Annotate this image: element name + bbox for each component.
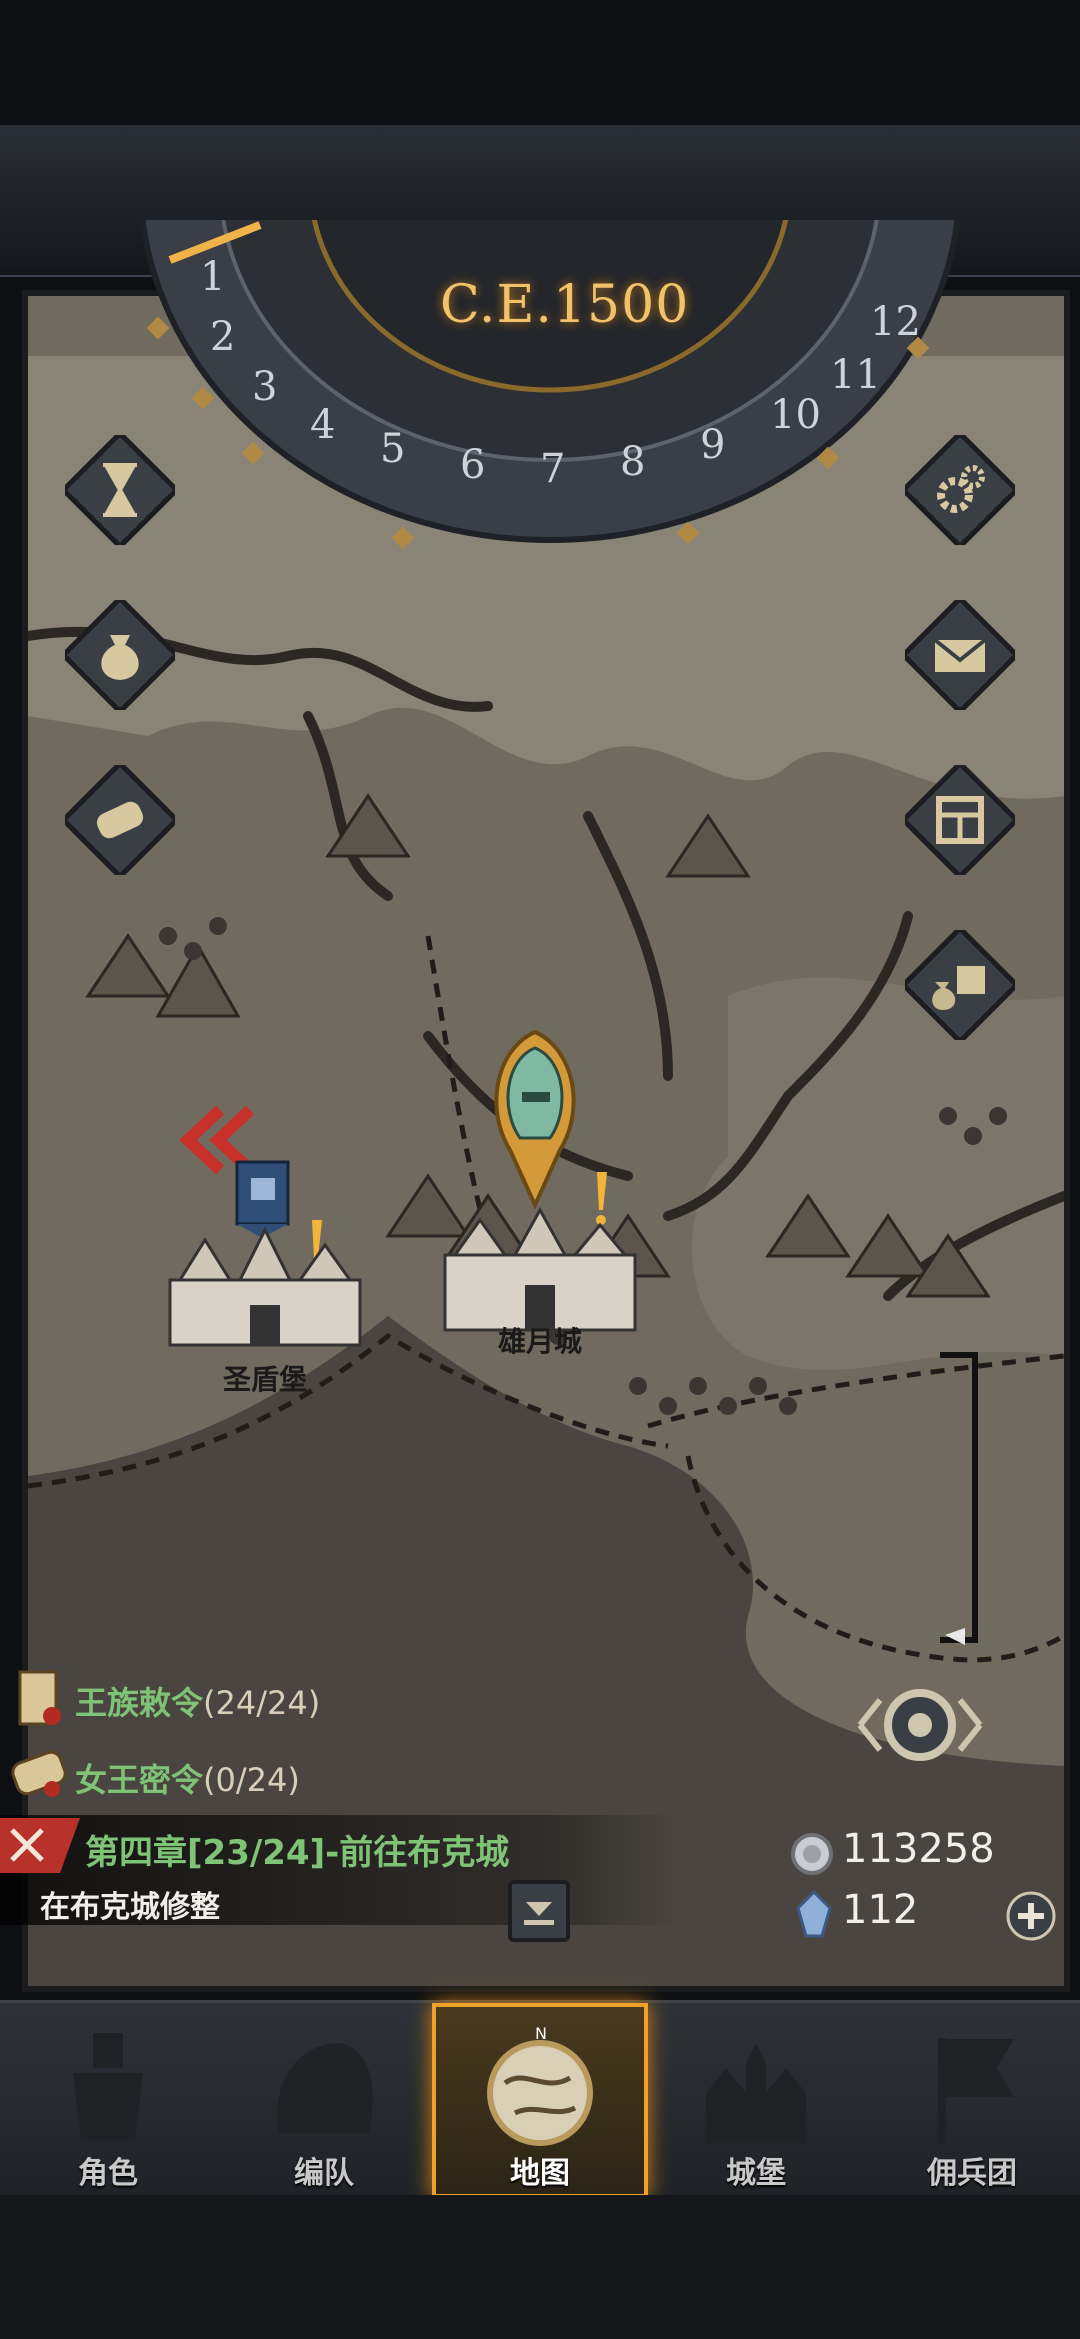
royal-decree-count: (24/24) <box>203 1684 321 1722</box>
city-male-moon[interactable]: 雄月城 <box>435 1030 645 1360</box>
nav-tab-character[interactable]: 角色 <box>0 2003 216 2198</box>
nav-tab-castle[interactable]: 城堡 <box>648 2003 864 2198</box>
nav-label-character: 角色 <box>78 2156 138 2191</box>
queen-order-name: 女王密令 <box>75 1761 204 1799</box>
month-3: 3 <box>252 364 277 410</box>
castle-icon <box>443 1206 637 1332</box>
castle-icon <box>706 2043 806 2143</box>
knight-icon <box>73 2033 143 2141</box>
nav-tab-map[interactable]: N 地图 <box>432 2003 648 2198</box>
nav-tab-formation[interactable]: 编队 <box>216 2003 432 2198</box>
month-12: 12 <box>870 299 921 345</box>
crystal-amount: 112 <box>842 1887 919 1933</box>
silver-coin-icon <box>791 1833 833 1875</box>
nav-label-formation: 编队 <box>294 2156 354 2191</box>
month-7: 7 <box>540 446 565 492</box>
month-10: 10 <box>770 392 821 438</box>
quest-title[interactable]: 第四章[23/24]-前往布克城 <box>85 1825 509 1874</box>
supplies-button[interactable] <box>899 924 1021 1046</box>
city-label-left: 圣盾堡 <box>222 1363 307 1396</box>
month-2: 2 <box>210 314 235 360</box>
banner-icon <box>938 2038 1015 2143</box>
map-scroll-indicator[interactable] <box>920 1350 980 1650</box>
bottom-strip <box>0 2195 1080 2339</box>
queen-order-line[interactable]: 女王密令(0/24) <box>75 1755 300 1801</box>
crystal-icon <box>796 1890 832 1938</box>
city-shield-fort[interactable]: 圣盾堡 <box>160 1160 370 1400</box>
quest-subtitle: 在布克城修整 <box>40 1890 220 1925</box>
city-label-center: 雄月城 <box>497 1325 582 1358</box>
nav-label-map: 地图 <box>510 2156 570 2191</box>
royal-decree-name: 王族敕令 <box>75 1684 204 1722</box>
nav-label-castle: 城堡 <box>726 2156 786 2191</box>
gear-icon <box>899 429 1021 551</box>
year-label: C.E.1500 <box>440 275 690 335</box>
nav-tab-mercenary[interactable]: 佣兵团 <box>864 2003 1080 2198</box>
month-1: 1 <box>200 254 225 300</box>
money-bag-button[interactable] <box>59 594 181 716</box>
window-button[interactable] <box>899 759 1021 881</box>
window-icon <box>899 759 1021 881</box>
royal-decree-line[interactable]: 王族敕令(24/24) <box>75 1678 320 1724</box>
royal-decree-scroll-icon <box>18 1670 61 1726</box>
month-8: 8 <box>620 439 645 485</box>
settings-button[interactable] <box>899 429 1021 551</box>
add-crystal-button[interactable] <box>1005 1890 1057 1942</box>
month-11: 11 <box>830 352 881 398</box>
mail-button[interactable] <box>899 594 1021 716</box>
money-bag-icon <box>59 594 181 716</box>
crossed-swords-icon <box>0 1818 80 1873</box>
envelope-icon <box>899 594 1021 716</box>
helmet-icon <box>277 2043 373 2133</box>
queen-order-count: (0/24) <box>203 1761 300 1799</box>
hourglass-icon <box>59 429 181 551</box>
calendar-dial[interactable]: 1 2 3 4 5 6 7 8 9 10 11 12 <box>130 220 970 560</box>
supplies-icon <box>899 924 1021 1046</box>
scroll-button[interactable] <box>59 759 181 881</box>
month-4: 4 <box>310 402 335 448</box>
locate-button[interactable] <box>835 1670 1005 1780</box>
hourglass-button[interactable] <box>59 429 181 551</box>
bottom-nav: 角色 编队 N 地图 城堡 佣兵团 <box>0 2000 1080 2198</box>
nav-label-mercenary: 佣兵团 <box>927 2156 1017 2191</box>
queen-order-scroll-icon <box>11 1750 67 1797</box>
castle-icon <box>168 1226 362 1347</box>
player-helmet-marker-icon <box>494 1030 576 1210</box>
month-6: 6 <box>460 442 485 488</box>
silver-amount: 113258 <box>842 1826 995 1872</box>
compass-map-icon: N <box>487 2024 593 2146</box>
collapse-button[interactable] <box>508 1880 570 1942</box>
month-9: 9 <box>700 422 725 468</box>
scroll-icon <box>59 759 181 881</box>
month-5: 5 <box>380 426 405 472</box>
